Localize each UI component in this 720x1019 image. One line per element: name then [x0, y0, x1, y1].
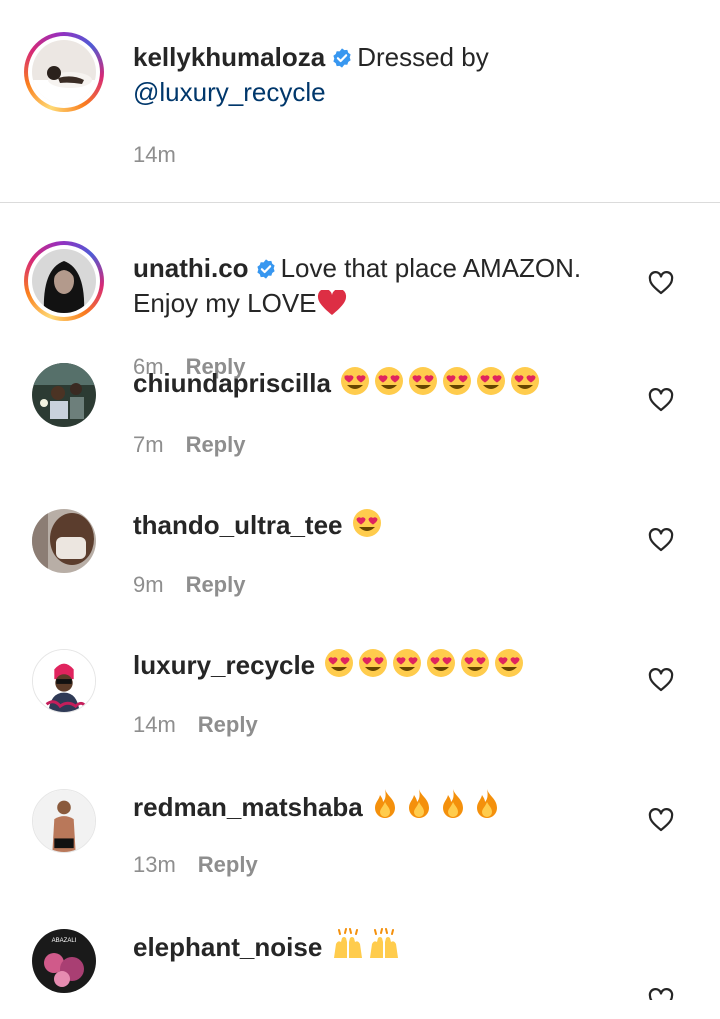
comment-text: redman_matshaba	[133, 788, 640, 825]
comment-username[interactable]: chiundapriscilla	[133, 368, 331, 398]
comment-row: luxury_recycle 14m Reply	[0, 623, 720, 763]
caption-username[interactable]: kellykhumaloza	[133, 42, 325, 72]
avatar-image	[32, 363, 96, 427]
avatar-image	[32, 649, 96, 713]
verified-badge-icon	[255, 258, 277, 280]
comment-row: ABAZALI elephant_noise	[0, 903, 720, 1000]
comment-time: 7m	[133, 432, 164, 457]
heart-eyes-emoji	[322, 648, 356, 678]
heart-eyes-emoji	[338, 366, 372, 396]
comment-time: 13m	[133, 852, 176, 877]
comment-text: elephant_noise	[133, 928, 640, 965]
reply-button[interactable]: Reply	[186, 432, 246, 457]
raising-hands-emoji	[366, 928, 402, 960]
caption-text: kellykhumaloza Dressed by @luxury_recycle	[133, 40, 700, 110]
heart-eyes-emoji	[440, 366, 474, 396]
comment-text: chiundapriscilla	[133, 366, 640, 401]
comment-row: chiundapriscilla 7m Reply	[0, 343, 720, 483]
heart-outline-icon[interactable]	[648, 988, 674, 1000]
comment-text: luxury_recycle	[133, 648, 640, 683]
caption-avatar[interactable]	[24, 32, 104, 112]
comment-username[interactable]: thando_ultra_tee	[133, 510, 343, 540]
comment-username[interactable]: redman_matshaba	[133, 792, 363, 822]
avatar-image	[32, 509, 96, 573]
comment-username[interactable]: elephant_noise	[133, 932, 322, 962]
emoji-group	[338, 366, 542, 398]
emoji-group	[322, 648, 526, 680]
heart-eyes-emoji	[390, 648, 424, 678]
heart-outline-icon[interactable]	[648, 808, 674, 832]
comment-text: unathi.co Love that place AMAZON. Enjoy m…	[133, 251, 640, 321]
heart-outline-icon[interactable]	[648, 668, 674, 692]
reply-button[interactable]: Reply	[198, 712, 258, 737]
comment-username[interactable]: luxury_recycle	[133, 650, 315, 680]
heart-eyes-emoji	[350, 508, 384, 538]
heart-eyes-emoji	[508, 366, 542, 396]
comment-avatar[interactable]	[32, 649, 96, 713]
comment-avatar[interactable]	[24, 241, 104, 321]
comment-meta: 9m Reply	[133, 571, 245, 599]
heart-eyes-emoji	[458, 648, 492, 678]
red-heart-emoji	[317, 290, 347, 316]
comment-username[interactable]: unathi.co	[133, 253, 249, 283]
caption-mention[interactable]: @luxury_recycle	[133, 77, 326, 107]
fire-emoji	[472, 788, 502, 820]
heart-eyes-emoji	[406, 366, 440, 396]
heart-eyes-emoji	[372, 366, 406, 396]
comment-meta: 13m Reply	[133, 851, 258, 879]
comment-avatar[interactable]	[32, 363, 96, 427]
emoji-group	[330, 928, 402, 962]
comment-time: 9m	[133, 572, 164, 597]
avatar-image	[32, 40, 96, 104]
heart-outline-icon[interactable]	[648, 388, 674, 412]
heart-outline-icon[interactable]	[648, 528, 674, 552]
fire-emoji	[438, 788, 468, 820]
emoji-group	[370, 789, 502, 822]
svg-text:ABAZALI: ABAZALI	[52, 938, 77, 944]
comment-time: 14m	[133, 712, 176, 737]
reply-button[interactable]: Reply	[198, 852, 258, 877]
caption-time: 14m	[133, 142, 176, 167]
heart-outline-icon[interactable]	[648, 271, 674, 295]
fire-emoji	[404, 788, 434, 820]
heart-eyes-emoji	[492, 648, 526, 678]
comment-meta: 14m Reply	[133, 711, 258, 739]
fire-emoji	[370, 788, 400, 820]
avatar-image: ABAZALI	[32, 929, 96, 993]
caption-body: Dressed by	[357, 42, 489, 72]
post-caption: kellykhumaloza Dressed by @luxury_recycle …	[0, 0, 720, 203]
comment-meta: 7m Reply	[133, 431, 245, 459]
heart-eyes-emoji	[474, 366, 508, 396]
comment-row: redman_matshaba 13m Reply	[0, 763, 720, 903]
comment-row: thando_ultra_tee 9m Reply	[0, 483, 720, 623]
comment-text: thando_ultra_tee	[133, 508, 640, 543]
avatar-image	[32, 789, 96, 853]
avatar-image	[32, 249, 96, 313]
comment-avatar[interactable]	[32, 509, 96, 573]
verified-badge-icon	[331, 47, 353, 69]
heart-eyes-emoji	[424, 648, 458, 678]
reply-button[interactable]: Reply	[186, 572, 246, 597]
heart-eyes-emoji	[356, 648, 390, 678]
comment-avatar[interactable]	[32, 789, 96, 853]
raising-hands-emoji	[330, 928, 366, 960]
comment-row: unathi.co Love that place AMAZON. Enjoy m…	[0, 203, 720, 379]
comment-avatar[interactable]: ABAZALI	[32, 929, 96, 993]
